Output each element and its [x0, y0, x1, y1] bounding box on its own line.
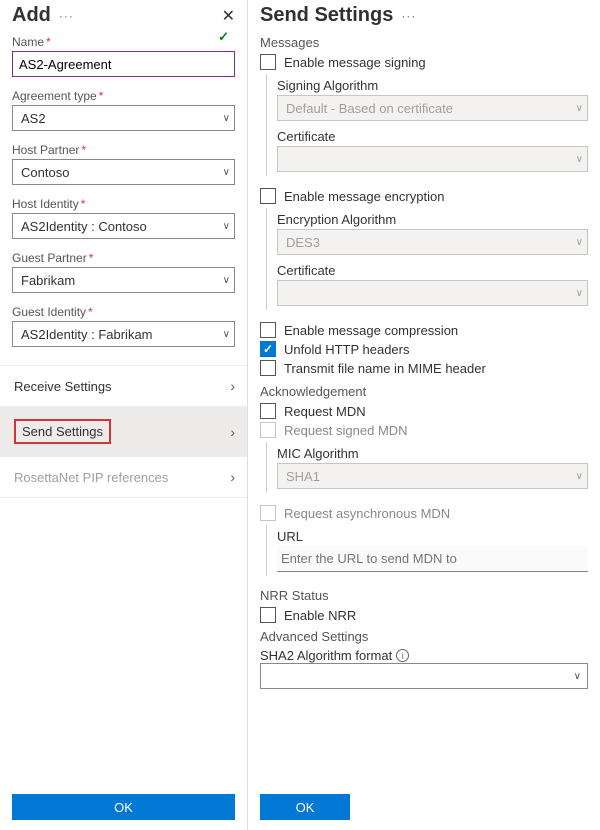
nav-send-label: Send Settings	[14, 419, 111, 444]
unfold-http-label: Unfold HTTP headers	[284, 342, 410, 357]
encryption-algo-value: DES3	[286, 235, 320, 250]
guest-identity-value: AS2Identity : Fabrikam	[21, 327, 153, 342]
advanced-section-label: Advanced Settings	[260, 629, 588, 644]
enable-compression-checkbox[interactable]	[260, 322, 276, 338]
messages-section-label: Messages	[260, 35, 588, 50]
chevron-down-icon: ∨	[576, 471, 583, 482]
mdn-url-input	[277, 546, 588, 572]
ok-button-left[interactable]: OK	[12, 794, 235, 820]
mic-algo-value: SHA1	[286, 469, 320, 484]
name-label: Name	[12, 35, 44, 49]
more-actions-icon[interactable]: ···	[401, 9, 416, 23]
encryption-algo-select: DES3 ∨	[277, 229, 588, 255]
ok-button-right[interactable]: OK	[260, 794, 350, 820]
chevron-down-icon: ∨	[576, 237, 583, 248]
guest-partner-value: Fabrikam	[21, 273, 75, 288]
sha2-format-select[interactable]: ∨	[260, 663, 588, 689]
signing-algo-select: Default - Based on certificate ∨	[277, 95, 588, 121]
signing-cert-select: ∨	[277, 146, 588, 172]
unfold-http-checkbox[interactable]: ✓	[260, 341, 276, 357]
add-title: Add	[12, 4, 51, 27]
request-mdn-checkbox[interactable]	[260, 403, 276, 419]
transmit-mime-checkbox[interactable]	[260, 360, 276, 376]
send-settings-title: Send Settings	[260, 4, 393, 27]
host-identity-select[interactable]: AS2Identity : Contoso ∨	[12, 213, 235, 239]
enable-encryption-checkbox[interactable]	[260, 188, 276, 204]
transmit-mime-label: Transmit file name in MIME header	[284, 361, 486, 376]
guest-identity-select[interactable]: AS2Identity : Fabrikam ∨	[12, 321, 235, 347]
enable-signing-label: Enable message signing	[284, 55, 426, 70]
host-identity-label: Host Identity	[12, 197, 79, 211]
nav-receive-label: Receive Settings	[14, 379, 112, 394]
chevron-right-icon: ›	[230, 424, 235, 440]
valid-check-icon: ✓	[218, 29, 229, 45]
close-icon[interactable]: ✕	[222, 6, 235, 26]
request-async-mdn-checkbox	[260, 505, 276, 521]
name-input[interactable]	[12, 51, 235, 77]
host-partner-select[interactable]: Contoso ∨	[12, 159, 235, 185]
chevron-down-icon: ∨	[223, 329, 230, 340]
enable-encryption-label: Enable message encryption	[284, 189, 444, 204]
chevron-right-icon: ›	[230, 469, 235, 485]
guest-partner-select[interactable]: Fabrikam ∨	[12, 267, 235, 293]
chevron-down-icon: ∨	[223, 275, 230, 286]
signing-algo-label: Signing Algorithm	[277, 78, 588, 93]
nrr-section-label: NRR Status	[260, 588, 588, 603]
request-async-mdn-label: Request asynchronous MDN	[284, 506, 450, 521]
info-icon[interactable]: i	[396, 649, 409, 662]
nav-receive-settings[interactable]: Receive Settings ›	[0, 366, 247, 407]
signing-cert-label: Certificate	[277, 129, 588, 144]
chevron-down-icon: ∨	[576, 154, 583, 165]
chevron-down-icon: ∨	[576, 288, 583, 299]
add-panel: Add ··· ✕ Name* ✓ Agreement type* AS2 ∨ …	[0, 0, 248, 830]
agreement-type-label: Agreement type	[12, 89, 97, 103]
send-settings-panel: Send Settings ··· Messages Enable messag…	[248, 0, 600, 830]
nav-rosettanet[interactable]: RosettaNet PIP references ›	[0, 457, 247, 498]
signing-algo-value: Default - Based on certificate	[286, 101, 453, 116]
encryption-cert-label: Certificate	[277, 263, 588, 278]
guest-identity-label: Guest Identity	[12, 305, 86, 319]
enable-signing-checkbox[interactable]	[260, 54, 276, 70]
host-identity-value: AS2Identity : Contoso	[21, 219, 147, 234]
request-signed-mdn-label: Request signed MDN	[284, 423, 408, 438]
enable-nrr-label: Enable NRR	[284, 608, 356, 623]
agreement-type-select[interactable]: AS2 ∨	[12, 105, 235, 131]
nav-rosettanet-label: RosettaNet PIP references	[14, 470, 168, 485]
url-label: URL	[277, 529, 588, 544]
agreement-type-value: AS2	[21, 111, 46, 126]
request-signed-mdn-checkbox	[260, 422, 276, 438]
enable-nrr-checkbox[interactable]	[260, 607, 276, 623]
ack-section-label: Acknowledgement	[260, 384, 588, 399]
more-actions-icon[interactable]: ···	[59, 9, 74, 23]
chevron-down-icon: ∨	[574, 671, 581, 682]
enable-compression-label: Enable message compression	[284, 323, 458, 338]
chevron-down-icon: ∨	[576, 103, 583, 114]
nav-send-settings[interactable]: Send Settings ›	[0, 407, 247, 457]
host-partner-value: Contoso	[21, 165, 69, 180]
chevron-down-icon: ∨	[223, 167, 230, 178]
host-partner-label: Host Partner	[12, 143, 79, 157]
encryption-algo-label: Encryption Algorithm	[277, 212, 588, 227]
guest-partner-label: Guest Partner	[12, 251, 87, 265]
request-mdn-label: Request MDN	[284, 404, 366, 419]
chevron-down-icon: ∨	[223, 221, 230, 232]
mic-algo-select: SHA1 ∨	[277, 463, 588, 489]
chevron-right-icon: ›	[230, 378, 235, 394]
mic-algo-label: MIC Algorithm	[277, 446, 588, 461]
encryption-cert-select: ∨	[277, 280, 588, 306]
chevron-down-icon: ∨	[223, 113, 230, 124]
sha2-format-label: SHA2 Algorithm format	[260, 648, 392, 663]
